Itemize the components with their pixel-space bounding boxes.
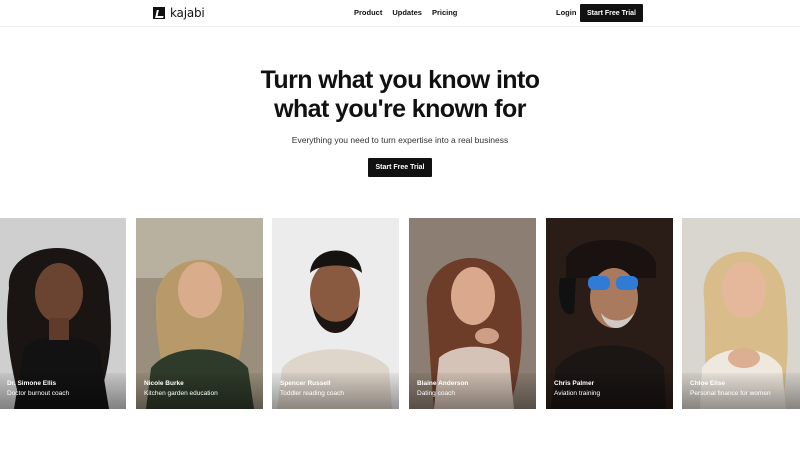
creator-name: Chloe Elise: [690, 380, 726, 387]
creator-card[interactable]: Chloe Elise Personal finance for women: [682, 218, 800, 409]
nav-updates[interactable]: Updates: [392, 8, 422, 17]
creator-name: Blaine Anderson: [417, 380, 469, 387]
creator-name: Nicole Burke: [144, 380, 184, 387]
creator-role: Doctor burnout coach: [7, 390, 70, 397]
hero-subtitle: Everything you need to turn expertise in…: [291, 135, 509, 145]
main-nav: Product Updates Pricing: [354, 8, 457, 17]
creator-card[interactable]: Chris Palmer Aviation training: [546, 218, 673, 409]
brand-name: kajabi: [170, 6, 205, 20]
kajabi-logo-icon: [153, 7, 165, 19]
nav-pricing[interactable]: Pricing: [432, 8, 457, 17]
kajabi-logo[interactable]: kajabi: [153, 6, 205, 20]
creator-name: Dr. Simone Ellis: [7, 380, 57, 387]
creator-role: Dating coach: [417, 390, 455, 397]
login-link[interactable]: Login: [556, 8, 576, 17]
header-start-trial-button[interactable]: Start Free Trial: [580, 4, 643, 22]
hero-title-line-2: what you're known for: [274, 95, 526, 123]
creator-role: Toddler reading coach: [280, 390, 344, 397]
creator-role: Kitchen garden education: [144, 390, 218, 397]
hero-start-trial-button[interactable]: Start Free Trial: [368, 158, 432, 177]
nav-product[interactable]: Product: [354, 8, 382, 17]
hero-title: Turn what you know into what you're know…: [0, 66, 800, 124]
creator-card[interactable]: Nicole Burke Kitchen garden education: [136, 218, 263, 409]
site-header: kajabi Product Updates Pricing Login Sta…: [0, 0, 800, 27]
creator-role: Personal finance for women: [690, 390, 771, 397]
creator-role: Aviation training: [554, 390, 601, 397]
hero-title-line-1: Turn what you know into: [260, 66, 540, 94]
creator-card[interactable]: Dr. Simone Ellis Doctor burnout coach: [0, 218, 126, 409]
creator-name: Chris Palmer: [554, 380, 595, 387]
creator-card[interactable]: Blaine Anderson Dating coach: [409, 218, 536, 409]
creator-card[interactable]: Spencer Russell Toddler reading coach: [272, 218, 399, 409]
creator-carousel: Dr. Simone Ellis Doctor burnout coach Ni…: [0, 218, 800, 409]
creator-name: Spencer Russell: [280, 380, 331, 387]
